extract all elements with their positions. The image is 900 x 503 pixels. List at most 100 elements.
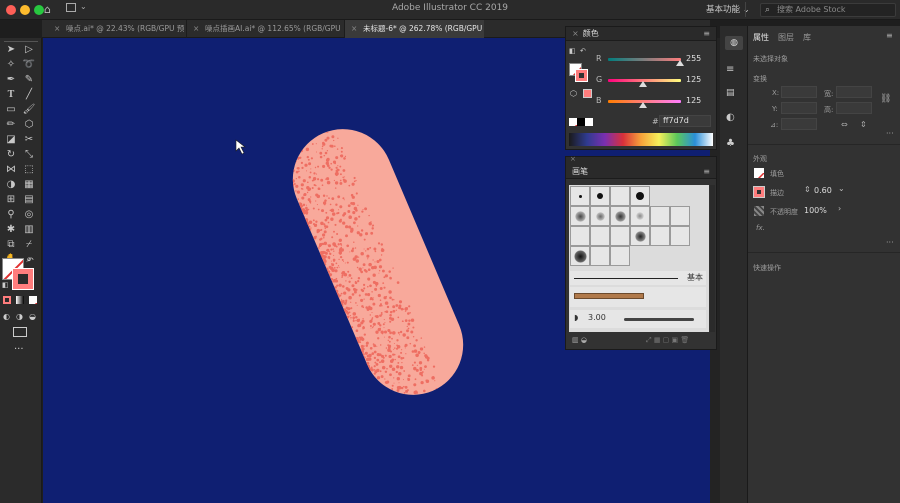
brush-panel-header[interactable]: 画笔 ≡	[566, 165, 716, 179]
out-of-gamut-icon[interactable]: ⬡	[570, 89, 577, 98]
tab-libraries[interactable]: 库	[803, 32, 811, 43]
r-slider[interactable]	[608, 58, 681, 61]
gradient-mode-icon[interactable]	[16, 296, 24, 304]
brush-libraries-icon[interactable]: ▥ ◒	[572, 336, 587, 344]
draw-inside-icon[interactable]: ◒	[29, 312, 36, 321]
selection-tool-icon[interactable]: ➤	[4, 44, 18, 56]
direct-selection-tool-icon[interactable]: ▷	[22, 44, 36, 56]
column-graph-tool-icon[interactable]: ▥	[22, 224, 36, 236]
shaper-tool-icon[interactable]: ⬡	[22, 119, 36, 131]
magic-wand-tool-icon[interactable]: ✧	[4, 59, 18, 71]
brush-scatter-4[interactable]	[630, 206, 650, 226]
more-tools-icon[interactable]: ···	[14, 344, 24, 355]
width-tool-icon[interactable]: ⋈	[4, 164, 18, 176]
default-colors-icon[interactable]: ◧	[569, 47, 576, 55]
default-colors-icon[interactable]: ◧	[2, 281, 9, 289]
symbols-panel-icon[interactable]: ♣	[726, 138, 735, 149]
brush-basic[interactable]: 基本	[570, 271, 706, 285]
brush-scatter-14[interactable]	[590, 246, 610, 266]
effects-button[interactable]: fx.	[756, 224, 765, 232]
pencil-tool-icon[interactable]: ✏	[4, 119, 18, 131]
blend-tool-icon[interactable]: ◎	[22, 209, 36, 221]
y-field[interactable]	[781, 102, 817, 114]
brush-scatter-6[interactable]	[670, 206, 690, 226]
height-field[interactable]	[836, 102, 872, 114]
white-swatch[interactable]	[585, 118, 593, 126]
tab-properties[interactable]: 属性	[753, 32, 769, 43]
brush-scatter-12[interactable]	[670, 226, 690, 246]
tab-document-2[interactable]: ×噪点插画AI.ai* @ 112.65% (RGB/GPU 预览)	[186, 20, 344, 51]
brush-art[interactable]: ◗ 3.00	[570, 310, 706, 328]
eyedropper-tool-icon[interactable]: ⚲	[4, 209, 18, 221]
tab-layers[interactable]: 图层	[778, 32, 794, 43]
tab-document-3[interactable]: ×未标题-6* @ 262.78% (RGB/GPU 预览)	[344, 20, 484, 51]
swap-fill-stroke-icon[interactable]: ↶	[27, 256, 34, 265]
stroke-color-swatch[interactable]	[753, 186, 765, 198]
draw-behind-icon[interactable]: ◑	[16, 312, 23, 321]
brush-calligraphic-2[interactable]	[590, 186, 610, 206]
paintbrush-tool-icon[interactable]: 🖌	[22, 104, 36, 116]
brush-calligraphic-4[interactable]	[630, 186, 650, 206]
free-transform-tool-icon[interactable]: ⬚	[22, 164, 36, 176]
x-field[interactable]	[781, 86, 817, 98]
color-panel-header[interactable]: × 颜色 ≡	[566, 27, 716, 41]
eraser-tool-icon[interactable]: ◪	[4, 134, 18, 146]
scissors-tool-icon[interactable]: ✂	[22, 134, 36, 146]
scale-tool-icon[interactable]: ⤡	[22, 149, 36, 161]
type-tool-icon[interactable]: T	[4, 89, 18, 101]
chevron-down-icon[interactable]: ⌄	[838, 184, 845, 193]
artboard-tool-icon[interactable]: ⧉	[4, 239, 18, 251]
slice-tool-icon[interactable]: ⌿	[22, 239, 36, 251]
brush-scatter-1[interactable]	[570, 206, 590, 226]
panel-grip[interactable]: ×	[566, 155, 716, 165]
brush-scatter-13[interactable]	[570, 246, 590, 266]
r-value[interactable]: 255	[686, 54, 701, 63]
line-tool-icon[interactable]: ╱	[22, 89, 36, 101]
none-color-icon[interactable]	[569, 118, 577, 126]
gradient-panel-icon[interactable]: ▤	[726, 88, 735, 98]
brush-pattern[interactable]	[570, 287, 706, 307]
brush-scatter-9[interactable]	[610, 226, 630, 246]
color-spectrum[interactable]	[569, 133, 713, 146]
color-mode-icon[interactable]	[3, 296, 11, 304]
flip-vertical-icon[interactable]: ⇕	[860, 120, 867, 129]
brush-panel-scrollbar[interactable]	[710, 185, 715, 332]
chevron-right-icon[interactable]: ›	[838, 204, 841, 213]
more-options-icon[interactable]: ···	[886, 129, 894, 138]
brush-scatter-10[interactable]	[630, 226, 650, 246]
brush-scatter-2[interactable]	[590, 206, 610, 226]
swap-colors-icon[interactable]: ↶	[580, 47, 586, 55]
black-swatch[interactable]	[577, 118, 585, 126]
stepper-icon[interactable]: ⇕	[804, 185, 811, 194]
g-slider-thumb[interactable]	[639, 81, 647, 87]
brush-calligraphic-1[interactable]	[570, 186, 590, 206]
b-slider-thumb[interactable]	[639, 102, 647, 108]
brush-scatter-8[interactable]	[590, 226, 610, 246]
symbol-sprayer-tool-icon[interactable]: ✱	[4, 224, 18, 236]
brush-calligraphic-3[interactable]	[610, 186, 630, 206]
brush-scatter-5[interactable]	[650, 206, 670, 226]
curvature-tool-icon[interactable]: ✎	[22, 74, 36, 86]
brush-scatter-11[interactable]	[650, 226, 670, 246]
flip-horizontal-icon[interactable]: ⇔	[841, 120, 848, 129]
stroke-panel-icon[interactable]: ≡	[726, 64, 734, 75]
g-value[interactable]: 125	[686, 75, 701, 84]
draw-normal-icon[interactable]: ◐	[3, 312, 10, 321]
link-icon[interactable]: ⛓	[880, 94, 891, 104]
more-options-icon[interactable]: ···	[886, 238, 894, 247]
gamut-color-swatch[interactable]	[583, 89, 592, 98]
hex-input[interactable]: ff7d7d	[659, 115, 711, 127]
stock-search-input[interactable]: ⌕ 搜索 Adobe Stock	[760, 3, 896, 17]
panel-menu-icon[interactable]: ≡	[886, 31, 893, 40]
fill-color-swatch[interactable]	[754, 168, 764, 178]
gradient-tool-icon[interactable]: ▤	[22, 194, 36, 206]
angle-field[interactable]	[781, 118, 817, 130]
perspective-grid-tool-icon[interactable]: ▦	[22, 179, 36, 191]
tab-document-1[interactable]: ×噪点.ai* @ 22.43% (RGB/GPU 预览)	[48, 20, 186, 51]
toolbar-grip[interactable]	[4, 41, 38, 43]
brush-scatter-7[interactable]	[570, 226, 590, 246]
rectangle-tool-icon[interactable]: ▭	[4, 104, 18, 116]
brush-actions-icons[interactable]: ⤢ ▦ ▢ ▣ 🗑	[646, 336, 689, 345]
lasso-tool-icon[interactable]: ➰	[22, 59, 36, 71]
pen-tool-icon[interactable]: ✒	[4, 74, 18, 86]
